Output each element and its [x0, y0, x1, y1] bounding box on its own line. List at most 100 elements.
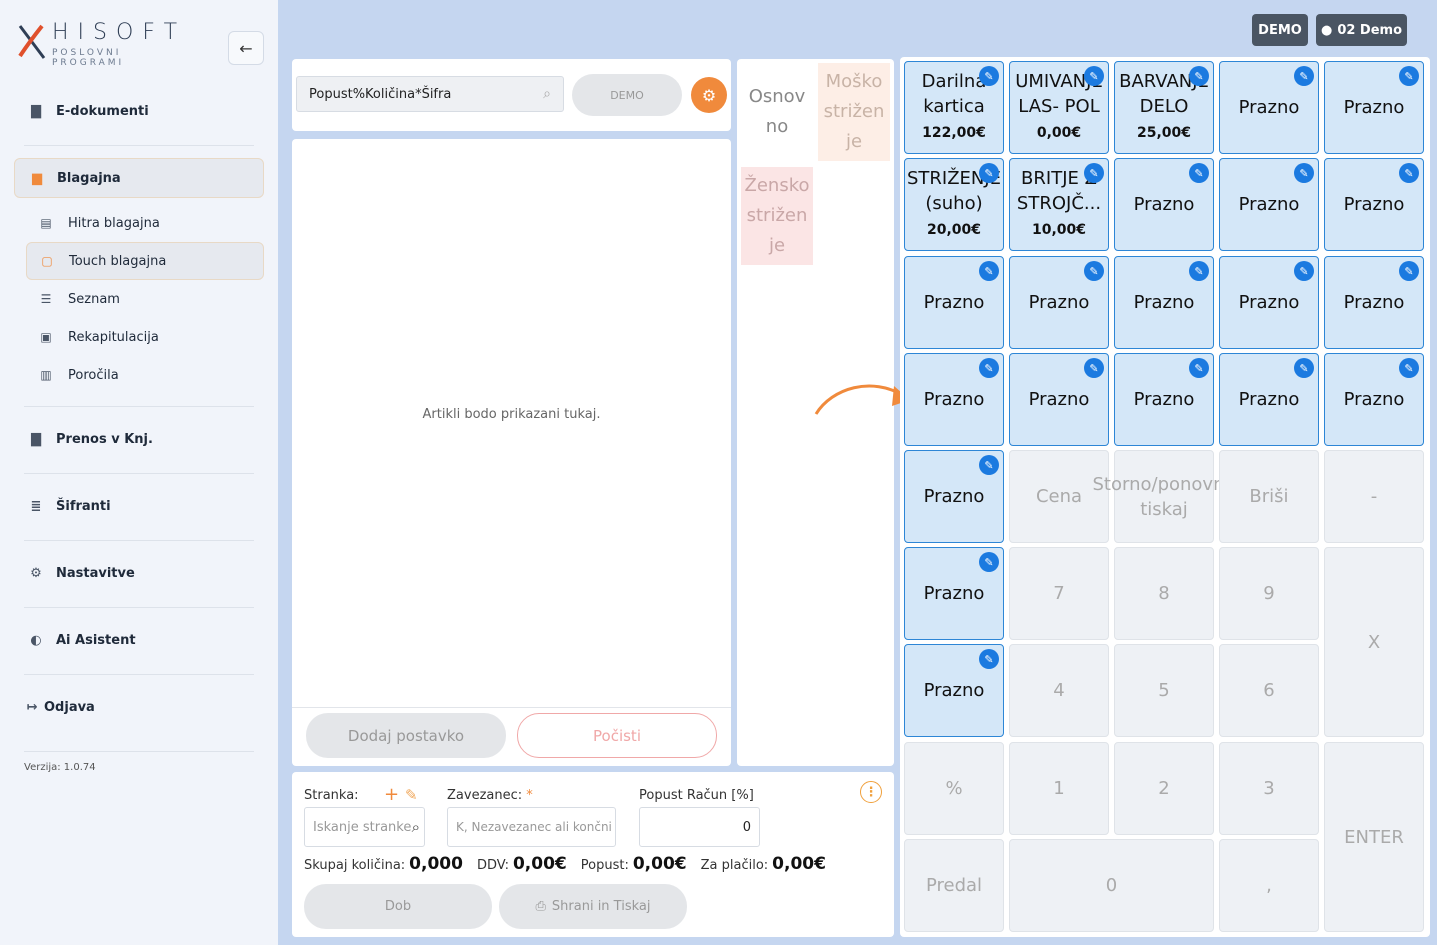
nav-nastavitve[interactable]: ⚙ Nastavitve	[14, 553, 264, 593]
popust-input[interactable]: 0	[639, 807, 760, 847]
product-key-empty[interactable]: ✎ Prazno	[1324, 256, 1424, 349]
product-key-empty[interactable]: ✎ Prazno	[1114, 158, 1214, 251]
product-key-empty[interactable]: ✎ Prazno	[904, 353, 1004, 446]
edit-icon[interactable]: ✎	[1084, 66, 1104, 86]
nav-porocila[interactable]: ▥ Poročila	[26, 356, 264, 394]
product-key-empty[interactable]: ✎ Prazno	[1219, 353, 1319, 446]
nav-seznam[interactable]: ☰ Seznam	[26, 280, 264, 318]
save-print-button[interactable]: ⎙ Shrani in Tiskaj	[499, 884, 687, 929]
edit-icon[interactable]: ✎	[979, 358, 999, 378]
product-key-empty[interactable]: ✎ Prazno	[1114, 353, 1214, 446]
edit-icon[interactable]: ✎	[1399, 261, 1419, 281]
nav-hitra-blagajna[interactable]: ▤ Hitra blagajna	[26, 204, 264, 242]
nav-e-dokumenti[interactable]: ▇ E-dokumenti	[14, 91, 264, 131]
clear-button[interactable]: Počisti	[517, 713, 717, 758]
category-mosko-strizenje[interactable]: Moško strižen je	[818, 63, 890, 161]
edit-icon[interactable]: ✎	[1399, 66, 1419, 86]
nav-rekapitulacija[interactable]: ▣ Rekapitulacija	[26, 318, 264, 356]
product-key-barvanje[interactable]: ✎ BARVANJE DELO 25,00€	[1114, 61, 1214, 154]
product-key-empty[interactable]: ✎ Prazno	[1219, 61, 1319, 154]
product-key-darilna-kartica[interactable]: ✎ Darilna kartica 122,00€	[904, 61, 1004, 154]
digit-5-key[interactable]: 5	[1114, 644, 1214, 737]
drawer-key[interactable]: Predal	[904, 839, 1004, 932]
enter-key[interactable]: ENTER	[1324, 742, 1424, 932]
digit-8-key[interactable]: 8	[1114, 547, 1214, 640]
zavezanec-select[interactable]: K, Nezavezanec ali končni	[447, 807, 616, 847]
digit-4-key[interactable]: 4	[1009, 644, 1109, 737]
edit-icon[interactable]: ✎	[1294, 261, 1314, 281]
edit-icon[interactable]: ✎	[979, 455, 999, 475]
collapse-sidebar-button[interactable]: ←	[228, 31, 264, 65]
storno-key[interactable]: Storno/ponovno tiskaj	[1093, 450, 1236, 543]
printer-icon: ⎙	[535, 899, 546, 914]
multiply-key[interactable]: X	[1324, 547, 1424, 737]
product-key-empty[interactable]: ✎ Prazno	[1009, 256, 1109, 349]
nav-prenos[interactable]: ▇ Prenos v Knj.	[14, 419, 264, 459]
digit-9-key[interactable]: 9	[1219, 547, 1319, 640]
product-key-empty[interactable]: ✎ Prazno	[1219, 256, 1319, 349]
add-item-button[interactable]: Dodaj postavko	[306, 713, 506, 758]
product-key-britje[interactable]: ✎ BRITJE Z STROJČ... 10,00€	[1009, 158, 1109, 251]
edit-icon[interactable]: ✎	[1084, 358, 1104, 378]
product-key-empty[interactable]: ✎ Prazno	[1114, 256, 1214, 349]
edit-icon[interactable]: ✎	[979, 66, 999, 86]
product-key-empty[interactable]: ✎ Prazno	[1219, 158, 1319, 251]
customer-search-input[interactable]: Iskanje stranke ⌕	[304, 807, 425, 847]
digit-3-key[interactable]: 3	[1219, 742, 1319, 835]
percent-key[interactable]: %	[904, 742, 1004, 835]
product-key-empty[interactable]: ✎ Prazno	[1324, 353, 1424, 446]
digit-7-key[interactable]: 7	[1009, 547, 1109, 640]
product-key-empty[interactable]: ✎ Prazno	[904, 547, 1004, 640]
product-key-empty[interactable]: ✎ Prazno	[1324, 61, 1424, 154]
product-key-empty[interactable]: ✎ Prazno	[904, 644, 1004, 737]
edit-icon[interactable]: ✎	[1084, 261, 1104, 281]
dob-button[interactable]: Dob	[304, 884, 492, 929]
settings-button[interactable]: ⚙	[691, 77, 727, 113]
edit-icon[interactable]: ✎	[1399, 163, 1419, 183]
minus-key[interactable]: -	[1324, 450, 1424, 543]
edit-customer-icon[interactable]: ✎	[405, 786, 418, 804]
product-price: 0,00€	[1036, 125, 1082, 141]
edit-icon[interactable]: ✎	[979, 163, 999, 183]
product-key-umivanje[interactable]: ✎ UMIVANJE LAS- POL 0,00€	[1009, 61, 1109, 154]
category-zensko-strizenje[interactable]: Žensko strižen je	[741, 167, 813, 265]
edit-icon[interactable]: ✎	[1189, 261, 1209, 281]
product-key-empty[interactable]: ✎ Prazno	[1324, 158, 1424, 251]
edit-icon[interactable]: ✎	[1189, 163, 1209, 183]
edit-icon[interactable]: ✎	[1189, 66, 1209, 86]
product-name: Prazno	[1133, 292, 1195, 313]
nav-label: Hitra blagajna	[68, 215, 160, 231]
product-key-empty[interactable]: ✎ Prazno	[904, 450, 1004, 543]
nav-sifranti[interactable]: ≣ Šifranti	[14, 486, 264, 526]
nav-ai-asistent[interactable]: ◐ Ai Asistent	[14, 620, 264, 660]
nav-odjava[interactable]: ↦ Odjava	[14, 687, 264, 727]
edit-icon[interactable]: ✎	[979, 261, 999, 281]
nav-blagajna[interactable]: ▆ Blagajna	[14, 158, 264, 198]
edit-icon[interactable]: ✎	[1399, 358, 1419, 378]
user-badge[interactable]: ● 02 Demo	[1316, 14, 1407, 46]
product-name: Prazno	[923, 583, 985, 604]
edit-icon[interactable]: ✎	[1294, 163, 1314, 183]
digit-0-key[interactable]: 0	[1009, 839, 1214, 932]
digit-6-key[interactable]: 6	[1219, 644, 1319, 737]
product-key-empty[interactable]: ✎ Prazno	[1009, 353, 1109, 446]
product-key-strizenje[interactable]: ✎ STRIŽENJE (suho) 20,00€	[904, 158, 1004, 251]
edit-icon[interactable]: ✎	[979, 552, 999, 572]
edit-icon[interactable]: ✎	[1294, 358, 1314, 378]
comma-key[interactable]: ,	[1219, 839, 1319, 932]
edit-icon[interactable]: ✎	[1189, 358, 1209, 378]
product-key-empty[interactable]: ✎ Prazno	[904, 256, 1004, 349]
category-osnovno[interactable]: Osnov no	[741, 63, 813, 161]
add-customer-icon[interactable]: +	[384, 784, 399, 805]
demo-button[interactable]: DEMO	[572, 74, 682, 116]
digit-1-key[interactable]: 1	[1009, 742, 1109, 835]
edit-icon[interactable]: ✎	[1294, 66, 1314, 86]
digit-2-key[interactable]: 2	[1114, 742, 1214, 835]
more-options-icon[interactable]: ⋮	[860, 781, 882, 803]
search-input[interactable]: Popust%Količina*Šifra ⌕	[296, 76, 564, 112]
edit-icon[interactable]: ✎	[1084, 163, 1104, 183]
delete-key[interactable]: Briši	[1219, 450, 1319, 543]
edit-icon[interactable]: ✎	[979, 649, 999, 669]
nav-touch-blagajna[interactable]: ▢ Touch blagajna	[26, 242, 264, 280]
gear-icon: ⚙	[701, 85, 717, 105]
